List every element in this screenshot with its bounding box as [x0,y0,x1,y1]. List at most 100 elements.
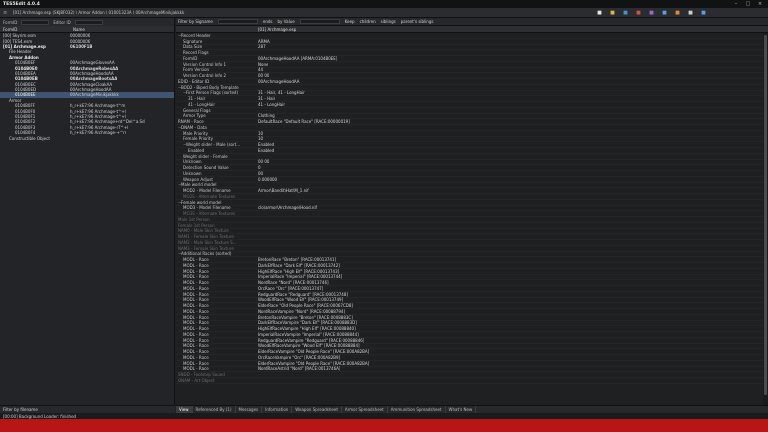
toolbar-icon[interactable]: ■ [634,9,643,17]
editorid-filter-label: Editor ID [53,19,71,25]
tree-row-formid: 0104B0F4 [15,130,36,136]
field-name: MODL - Race [176,280,256,285]
filename-filter-label: Filter by filename [3,407,38,412]
parent-siblings-option[interactable]: parent's siblings [401,19,434,24]
siblings-option[interactable]: siblings [381,19,396,24]
tree-row-formid: [00] Skyrim.esm [3,33,36,39]
field-name-text: MO2S - Alternate Textures [183,193,236,199]
field-name: MO2S - Alternate Textures [176,194,256,199]
tree-row-formid: Constructible Object [9,135,50,141]
toolbar-icon[interactable]: ■ [647,9,656,17]
field-value: OrcRace "Orc" [RACE:00013747] [258,285,324,291]
field-name: Version Control Info 2 [176,73,256,78]
tree-row-formid: File Header [9,49,32,55]
field-name-text: BOD2 - Biped Body Template [181,84,239,90]
tree-row-formid: 0104B0EF [15,60,36,66]
filename-filter[interactable]: Filter by filename [0,405,175,413]
field-name-text: MODL - Race [183,326,209,332]
toolbar-icon[interactable]: ■ [608,9,617,17]
toolbar-icon[interactable]: ■ [686,9,695,17]
tree-row-name: 00000006 [70,38,91,44]
field-name-text: NAM1 - Female Skin Texture [178,234,234,240]
tree-row-formid: 0104B0F1 [15,114,36,120]
field-name: Enabled [176,148,256,153]
field-value: BretonRace "Breton" [RACE:00013741] [258,257,337,263]
field-name-text: Female 1st Person [178,222,215,228]
field-name: MODL - Race [176,320,256,325]
toolbar-icon[interactable]: ■ [699,9,708,17]
close-icon[interactable]: × [754,0,766,8]
right-filter-bar: Filter by Signame ends by Value Keep chi… [176,18,768,26]
field-value: 00 00 [258,159,270,165]
record-view-pane: Filter by Signame ends by Value Keep chi… [176,18,768,414]
field-name: Weapon Adjust [176,177,256,182]
field-value: 44 [258,67,264,73]
field-value: RedguardRace "Redguard" [RACE:00013748] [258,291,348,297]
field-name-text: Record Header [181,33,211,38]
field-name: MODL - Race [176,355,256,360]
field-name: RNAM - Race [176,119,256,124]
menu-icon[interactable]: ≡ [3,10,9,16]
field-name: MODL - Race [176,309,256,314]
record-field-row[interactable]: ONAM - Art Object [176,378,768,384]
col-formid-header[interactable]: FormID [0,27,70,32]
field-name-text: Female Priority [183,136,213,142]
field-name: MODL - Race [176,361,256,366]
field-name-text: EDID - Editor ID [178,78,210,84]
record-tree: [00] Skyrim.esm 00000006 [00] TES4.esm 0000… [0,33,174,404]
field-name-text: MODL - Race [183,337,209,343]
toolbar-icon[interactable]: ■ [595,9,604,17]
toolbar-icon[interactable]: ■ [621,9,630,17]
children-option[interactable]: children [360,19,376,24]
field-value: 10 [258,136,264,142]
toolbar-icon[interactable]: ■ [660,9,669,17]
field-value: Armor\Bandit\Hat\M_1.nif [258,188,309,194]
file-column-header: [01] Archmage.esp [258,26,297,32]
field-name: Female Priority [176,136,256,141]
field-name: MODL - Race [176,315,256,320]
toolbar-icon[interactable]: ■ [673,9,682,17]
value-filter-input[interactable] [299,19,340,24]
tree-row-name: 00ArchmageHoodAA [70,87,112,93]
editorid-filter-input[interactable] [74,19,103,25]
field-name-text: MODL - Race [183,274,209,280]
field-value: Clothing [258,113,275,119]
tree-row-formid: Armor Addon [9,54,39,60]
field-value: 31 - Hair, 41 - LongHair [258,90,305,96]
field-value: HighElfRaceVampire "High Elf" [RACE:0008… [258,326,356,332]
maximize-icon[interactable]: □ [742,0,754,8]
field-value: None [258,61,269,67]
field-value: DarkElfRaceVampire "Dark Elf" [RACE:0008… [258,320,357,326]
minimize-icon[interactable]: – [730,0,742,8]
window-controls: – □ × [730,0,766,8]
tree-row-name: h_r+kE7:96 Archmage-rT^+l [70,124,129,130]
field-name: −Female world model [176,200,256,205]
field-value: Enabled [258,142,275,148]
signame-filter-input[interactable] [217,19,258,24]
field-value: 00ArchmageHoodAA [258,78,300,84]
field-name: MODL - Race [176,332,256,337]
field-name-text: RNAM - Race [178,119,204,125]
field-name-text: Additional Races (sorted) [181,251,232,257]
field-value: ElderRaceVampire "Old People Race" [RACE… [258,349,370,355]
field-name: Unknown [176,171,256,176]
tree-row[interactable]: Constructible Object [0,135,174,141]
vertical-scrollbar[interactable] [763,33,768,405]
field-name-text: Weight slider - Female [183,153,228,159]
field-name: MODL - Race [176,343,256,348]
field-name-text: Male world model [181,182,217,188]
field-name-text: Female world model [181,199,222,205]
col-name-header[interactable]: Name [70,27,85,32]
field-name: Female 1st Person [176,223,256,228]
tree-row-name: 00ArchmageRobesAA [70,65,119,71]
field-name-text: Version Control Info 1 [183,61,227,67]
field-name: MOD2 - Model Filename [176,188,256,193]
field-name: MODL - Race [176,257,256,262]
field-name-text: MODL - Race [183,354,209,360]
field-name: 41 - LongHair [176,102,256,107]
formid-filter-input[interactable] [21,19,50,25]
field-name-text: Weight slider - Male (sort... [186,142,241,148]
tree-row-formid: [00] TES4.esm [3,38,33,44]
field-value: 00ArchmageHoodAA [ARMA:0104B0EE] [258,55,338,61]
record-header-row: [01] Archmage.esp [176,26,768,33]
